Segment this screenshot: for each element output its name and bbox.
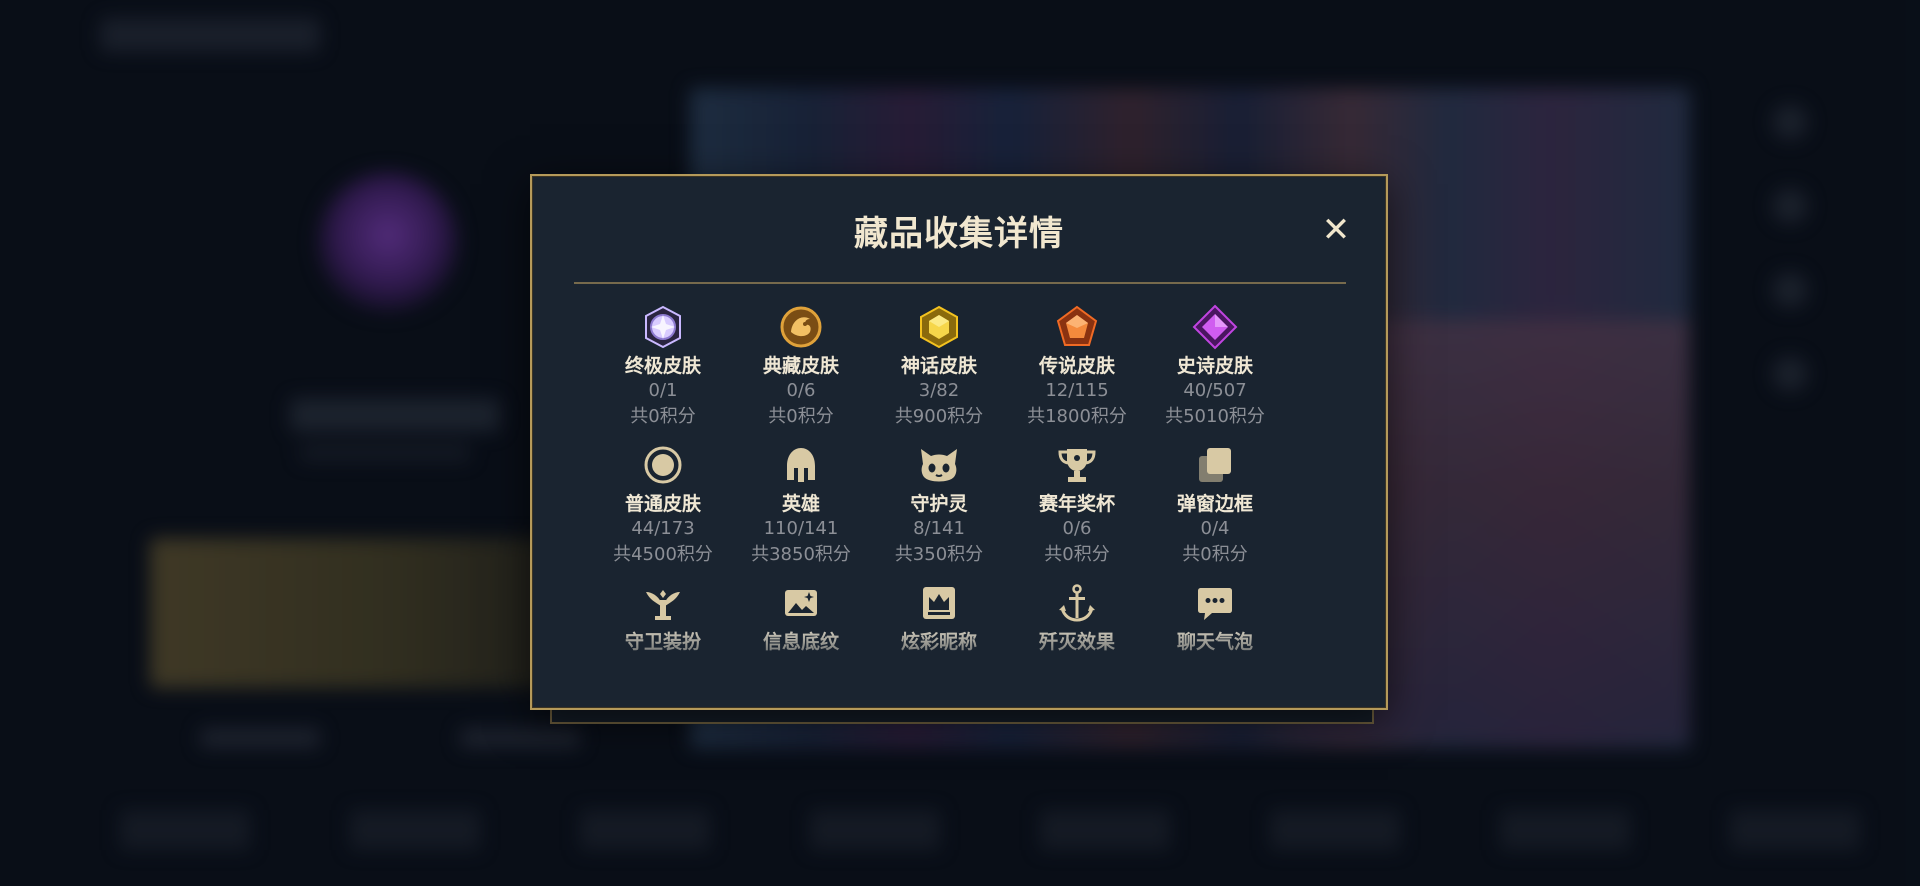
collection-item[interactable]: 终极皮肤 0/1 共0积分 — [594, 304, 732, 430]
category-count: 12/115 — [1045, 380, 1109, 401]
collection-item[interactable]: 信息底纹 — [732, 580, 870, 654]
crown-nameplate-icon — [923, 587, 955, 619]
collection-item[interactable]: 歼灭效果 — [1008, 580, 1146, 654]
category-name: 聊天气泡 — [1176, 631, 1253, 653]
modal-title: 藏品收集详情 — [854, 214, 1064, 254]
collection-item[interactable]: 英雄 110/141 共3850积分 — [732, 442, 870, 568]
category-count: 3/82 — [918, 380, 960, 401]
category-name: 守护灵 — [910, 493, 968, 515]
category-points: 共900积分 — [894, 406, 984, 427]
category-points: 共350积分 — [894, 544, 984, 565]
title-divider — [574, 282, 1346, 284]
little-legend-icon — [921, 449, 957, 482]
collection-item[interactable]: 守护灵 8/141 共350积分 — [870, 442, 1008, 568]
ward-icon — [646, 590, 680, 620]
category-name: 神话皮肤 — [900, 355, 977, 377]
category-count: 40/507 — [1183, 380, 1247, 401]
category-count: 110/141 — [763, 518, 839, 539]
category-points: 共0积分 — [1044, 544, 1110, 565]
collection-item[interactable]: 炫彩昵称 — [870, 580, 1008, 654]
category-name: 歼灭效果 — [1038, 631, 1115, 653]
category-points: 共0积分 — [768, 406, 834, 427]
category-count: 0/6 — [1062, 518, 1092, 539]
category-name: 终极皮肤 — [624, 355, 701, 377]
category-count: 44/173 — [631, 518, 695, 539]
category-name: 炫彩昵称 — [900, 631, 977, 653]
helmet-icon — [787, 448, 815, 482]
collection-item[interactable]: 典藏皮肤 0/6 共0积分 — [732, 304, 870, 430]
ring-icon — [644, 446, 682, 484]
collection-item[interactable]: 聊天气泡 — [1146, 580, 1284, 654]
category-count: 8/141 — [913, 518, 965, 539]
epic-gem-icon — [1192, 304, 1238, 350]
collection-item[interactable]: 史诗皮肤 40/507 共5010积分 — [1146, 304, 1284, 430]
collection-item[interactable]: 神话皮肤 3/82 共900积分 — [870, 304, 1008, 430]
collection-item[interactable]: 守卫装扮 — [594, 580, 732, 654]
category-name: 普通皮肤 — [624, 493, 701, 515]
chat-bubble-icon — [1198, 588, 1232, 620]
close-icon[interactable]: ✕ — [1316, 210, 1356, 250]
category-name: 弹窗边框 — [1176, 493, 1253, 515]
trophy-icon — [1058, 449, 1096, 482]
category-name: 英雄 — [781, 493, 820, 515]
category-name: 传说皮肤 — [1038, 355, 1115, 377]
mythic-gem-icon — [920, 305, 958, 349]
collection-item[interactable]: 普通皮肤 44/173 共4500积分 — [594, 442, 732, 568]
category-points: 共4500积分 — [613, 544, 713, 565]
category-points: 共0积分 — [630, 406, 696, 427]
banner-image-icon — [785, 590, 817, 616]
frames-icon — [1199, 448, 1231, 482]
legendary-gem-icon — [1056, 305, 1098, 346]
category-count: 0/4 — [1200, 518, 1230, 539]
category-points: 共1800积分 — [1027, 406, 1127, 427]
category-count: 0/1 — [648, 380, 678, 401]
category-count: 0/6 — [786, 380, 816, 401]
category-points: 共5010积分 — [1165, 406, 1265, 427]
category-name: 守卫装扮 — [624, 631, 701, 653]
category-name: 史诗皮肤 — [1176, 355, 1253, 377]
category-points: 共3850积分 — [751, 544, 851, 565]
dragon-emblem-icon — [780, 306, 822, 348]
category-points: 共0积分 — [1182, 544, 1248, 565]
category-name: 典藏皮肤 — [762, 355, 839, 377]
collection-item[interactable]: 赛年奖杯 0/6 共0积分 — [1008, 442, 1146, 568]
collection-item[interactable]: 传说皮肤 12/115 共1800积分 — [1008, 304, 1146, 430]
collection-details-modal: 藏品收集详情 ✕ 终极皮肤 0/1 共0积分 典藏皮肤 0/6 共0积分 神话皮… — [530, 174, 1388, 710]
anchor-icon — [1059, 584, 1095, 622]
collection-item[interactable]: 弹窗边框 0/4 共0积分 — [1146, 442, 1284, 568]
ultimate-skin-icon — [645, 305, 681, 349]
category-name: 赛年奖杯 — [1038, 493, 1115, 515]
collection-grid[interactable]: 终极皮肤 0/1 共0积分 典藏皮肤 0/6 共0积分 神话皮肤 3/82 共9… — [594, 304, 1284, 694]
category-name: 信息底纹 — [762, 631, 839, 653]
